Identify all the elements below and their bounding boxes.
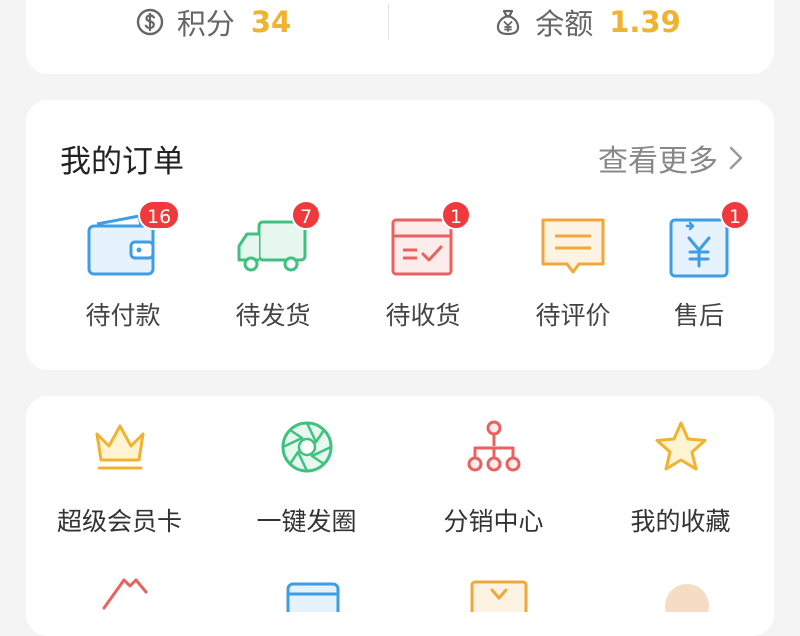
card-icon[interactable] xyxy=(278,572,348,612)
service-label: 分销中心 xyxy=(443,507,544,536)
service-super-vip-card[interactable]: 超级会员卡 xyxy=(26,418,213,538)
chevron-right-icon xyxy=(729,146,743,170)
order-pending-shipment[interactable]: 7 待发货 xyxy=(198,200,348,344)
ticket-icon[interactable] xyxy=(90,572,160,612)
star-icon xyxy=(655,421,707,471)
balance-label: 余额 xyxy=(535,7,594,41)
orders-title: 我的订单 xyxy=(60,144,184,180)
order-after-sales[interactable]: 1 售后 xyxy=(624,200,774,344)
order-badge: 16 xyxy=(138,200,181,230)
service-my-favorites[interactable]: 我的收藏 xyxy=(587,418,774,538)
coupon-icon[interactable] xyxy=(464,572,534,612)
points-stat[interactable]: 积分 34 xyxy=(26,0,400,44)
money-bag-icon xyxy=(497,9,520,36)
avatar-icon[interactable] xyxy=(652,572,722,612)
order-badge: 1 xyxy=(720,200,751,230)
stats-divider xyxy=(388,4,389,40)
service-label: 我的收藏 xyxy=(630,507,731,536)
orders-more-link[interactable]: 查看更多 xyxy=(598,136,744,180)
orders-more-label: 查看更多 xyxy=(598,144,718,179)
comment-icon xyxy=(541,218,605,274)
order-label: 待收货 xyxy=(385,301,461,330)
dollar-coin-icon xyxy=(136,8,164,36)
orders-card: 我的订单 查看更多 16 待付款 7 待发货 1 待收货 待评价 1 售后 xyxy=(26,100,774,370)
order-label: 待发货 xyxy=(235,301,311,330)
balance-stat[interactable]: 余额 1.39 xyxy=(400,0,774,44)
service-one-click-share[interactable]: 一键发圈 xyxy=(213,418,400,538)
aperture-icon xyxy=(281,421,333,473)
service-distribution-center[interactable]: 分销中心 xyxy=(400,418,587,538)
order-pending-receipt[interactable]: 1 待收货 xyxy=(348,200,498,344)
order-pending-payment[interactable]: 16 待付款 xyxy=(48,200,198,344)
points-value: 34 xyxy=(250,5,292,39)
service-label: 一键发圈 xyxy=(256,507,357,536)
network-icon xyxy=(467,420,521,472)
order-label: 待付款 xyxy=(85,301,161,330)
order-badge: 7 xyxy=(291,200,322,230)
services-card: 超级会员卡 一键发圈 分销中心 我的收藏 xyxy=(26,396,774,636)
crown-icon xyxy=(95,424,145,470)
balance-value: 1.39 xyxy=(609,5,681,39)
order-badge: 1 xyxy=(441,200,472,230)
stats-card: 积分 34 余额 1.39 xyxy=(26,0,774,74)
service-label: 超级会员卡 xyxy=(56,507,182,536)
points-label: 积分 xyxy=(176,7,235,41)
order-label: 售后 xyxy=(673,301,724,330)
